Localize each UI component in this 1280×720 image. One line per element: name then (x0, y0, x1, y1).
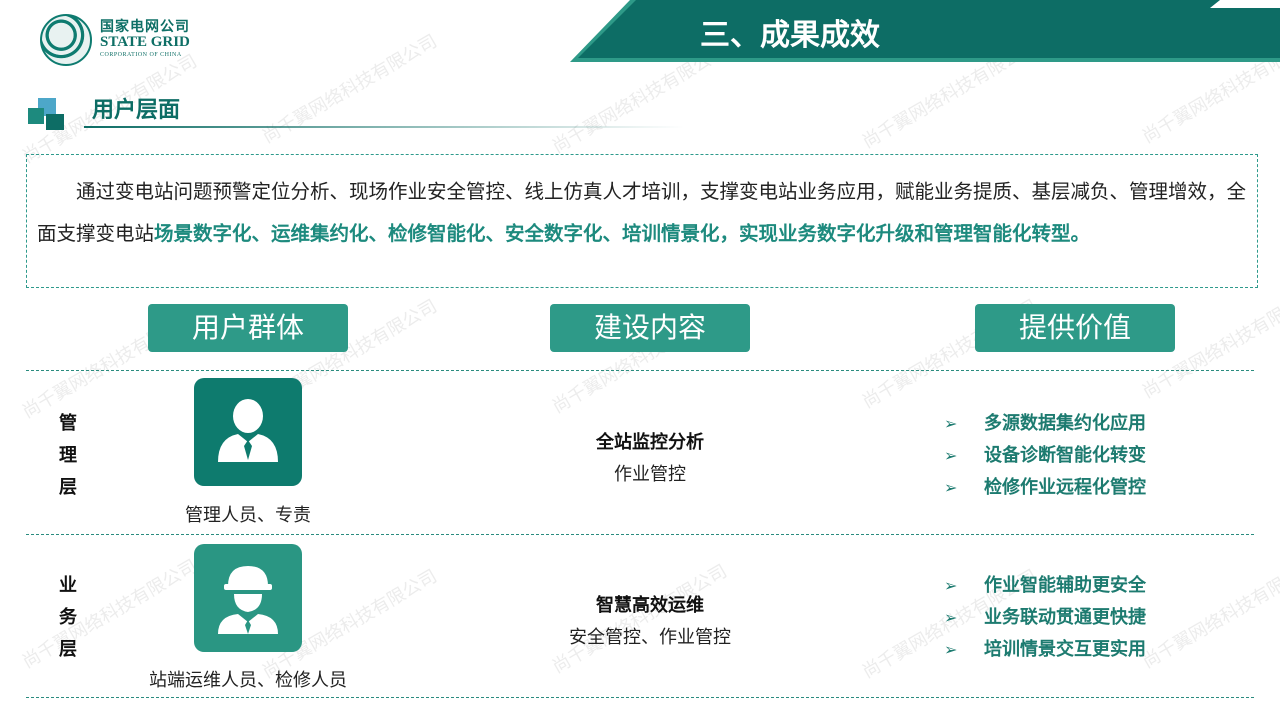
value-item: ➢ 检修作业远程化管控 (944, 472, 1146, 504)
column-header-content: 建设内容 (550, 304, 750, 352)
state-grid-logo-icon (40, 14, 92, 66)
arrow-bullet-icon: ➢ (944, 640, 958, 659)
content-title: 智慧高效运维 (596, 595, 704, 616)
value-list: ➢ 作业智能辅助更安全 ➢ 业务联动贯通更快捷 ➢ 培训情景交互更实用 (944, 570, 1146, 666)
page-title: 三、成果成效 (700, 18, 880, 53)
user-group-caption: 站端运维人员、检修人员 (149, 670, 347, 691)
value-item: ➢ 培训情景交互更实用 (944, 634, 1146, 666)
layer-char: 层 (59, 639, 77, 660)
column-header-user-group: 用户群体 (148, 304, 348, 352)
value-item: ➢ 业务联动贯通更快捷 (944, 602, 1146, 634)
layer-char: 管 (59, 413, 77, 434)
user-group-caption: 管理人员、专责 (185, 505, 311, 526)
layer-char: 业 (59, 575, 77, 596)
layer-char: 理 (59, 445, 77, 466)
section-square-icon (46, 114, 64, 130)
layer-char: 务 (59, 607, 77, 628)
row-divider (26, 370, 1254, 371)
value-text: 设备诊断智能化转变 (984, 445, 1146, 466)
intro-paragraph: 通过变电站问题预警定位分析、现场作业安全管控、线上仿真人才培训，支撑变电站业务应… (27, 155, 1257, 255)
watermark: 尚千翼网络科技有限公司 (1138, 555, 1280, 673)
arrow-bullet-icon: ➢ (944, 576, 958, 595)
content-subtitle: 作业管控 (614, 464, 686, 485)
layer-label-business: 业 务 层 (50, 570, 86, 666)
arrow-bullet-icon: ➢ (944, 478, 958, 497)
watermark: 尚千翼网络科技有限公司 (258, 30, 441, 148)
column-header-value: 提供价值 (975, 304, 1175, 352)
row-divider (26, 697, 1254, 698)
layer-char: 层 (59, 477, 77, 498)
logo-english-subtitle: CORPORATION OF CHINA (100, 52, 182, 58)
title-banner (570, 0, 1280, 62)
manager-person-icon (194, 378, 302, 486)
value-text: 检修作业远程化管控 (984, 477, 1146, 498)
arrow-bullet-icon: ➢ (944, 446, 958, 465)
intro-highlight: 场景数字化、运维集约化、检修智能化、安全数字化、培训情景化，实现业务数字化升级和… (154, 222, 1091, 245)
value-item: ➢ 作业智能辅助更安全 (944, 570, 1146, 602)
value-text: 业务联动贯通更快捷 (984, 607, 1146, 628)
value-item: ➢ 设备诊断智能化转变 (944, 440, 1146, 472)
value-text: 培训情景交互更实用 (984, 639, 1146, 660)
worker-helmet-icon (194, 544, 302, 652)
section-underline (84, 126, 684, 128)
section-title: 用户层面 (92, 98, 181, 123)
logo-english-name: STATE GRID (100, 34, 190, 50)
arrow-bullet-icon: ➢ (944, 608, 958, 627)
value-text: 作业智能辅助更安全 (984, 575, 1146, 596)
section-square-icon (28, 108, 44, 124)
row-divider (26, 534, 1254, 535)
logo-chinese-name: 国家电网公司 (100, 19, 190, 35)
watermark: 尚千翼网络科技有限公司 (548, 560, 731, 678)
arrow-bullet-icon: ➢ (944, 414, 958, 433)
watermark: 尚千翼网络科技有限公司 (18, 555, 201, 673)
value-text: 多源数据集约化应用 (984, 413, 1146, 434)
content-subtitle: 安全管控、作业管控 (569, 627, 731, 648)
content-title: 全站监控分析 (596, 432, 704, 453)
layer-label-management: 管 理 层 (50, 408, 86, 504)
value-item: ➢ 多源数据集约化应用 (944, 408, 1146, 440)
intro-box: 通过变电站问题预警定位分析、现场作业安全管控、线上仿真人才培训，支撑变电站业务应… (26, 154, 1258, 288)
value-list: ➢ 多源数据集约化应用 ➢ 设备诊断智能化转变 ➢ 检修作业远程化管控 (944, 408, 1146, 504)
